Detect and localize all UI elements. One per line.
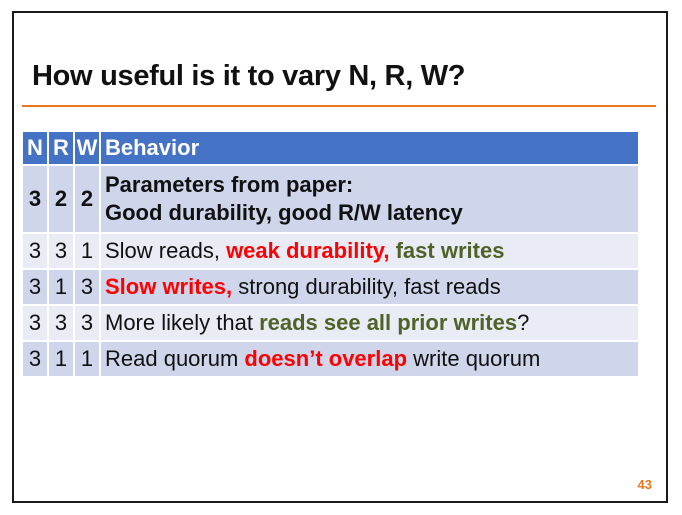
page-number: 43 — [637, 477, 652, 492]
cell-w: 1 — [75, 342, 99, 376]
cell-behavior: Read quorum doesn’t overlap write quorum — [101, 342, 638, 376]
cell-n: 3 — [23, 166, 47, 232]
behavior-highlight-green: reads see all prior writes — [259, 310, 518, 335]
nrw-table: N R W Behavior 3 2 2 Parameters from pap… — [21, 130, 640, 378]
slide-title: How useful is it to vary N, R, W? — [32, 60, 466, 92]
table-header-row: N R W Behavior — [23, 132, 638, 164]
cell-n: 3 — [23, 342, 47, 376]
cell-r: 1 — [49, 342, 73, 376]
header-w: W — [75, 132, 99, 164]
title-underline — [22, 105, 656, 107]
slide: How useful is it to vary N, R, W? N R W … — [12, 11, 668, 503]
behavior-text: strong durability, fast reads — [232, 274, 501, 299]
behavior-highlight-red: doesn’t overlap — [244, 346, 408, 371]
cell-behavior: More likely that reads see all prior wri… — [101, 306, 638, 340]
table-row: 3 1 1 Read quorum doesn’t overlap write … — [23, 342, 638, 376]
behavior-text: Slow reads, — [105, 238, 227, 263]
behavior-line-2: Good durability, good R/W latency — [105, 200, 463, 225]
cell-n: 3 — [23, 270, 47, 304]
cell-r: 3 — [49, 234, 73, 268]
header-n: N — [23, 132, 47, 164]
table-row: 3 1 3 Slow writes, strong durability, fa… — [23, 270, 638, 304]
header-r: R — [49, 132, 73, 164]
cell-n: 3 — [23, 234, 47, 268]
header-behavior: Behavior — [101, 132, 638, 164]
cell-w: 3 — [75, 306, 99, 340]
cell-w: 1 — [75, 234, 99, 268]
cell-w: 2 — [75, 166, 99, 232]
cell-n: 3 — [23, 306, 47, 340]
cell-behavior: Parameters from paper: Good durability, g… — [101, 166, 638, 232]
cell-w: 3 — [75, 270, 99, 304]
behavior-text: write quorum — [407, 346, 541, 371]
behavior-text: Read quorum — [105, 346, 245, 371]
cell-r: 2 — [49, 166, 73, 232]
behavior-text: More likely that — [105, 310, 260, 335]
behavior-highlight-red: weak durability, — [226, 238, 390, 263]
cell-r: 3 — [49, 306, 73, 340]
table-row: 3 3 1 Slow reads, weak durability, fast … — [23, 234, 638, 268]
behavior-line-1: Parameters from paper: — [105, 172, 354, 197]
table-row: 3 2 2 Parameters from paper: Good durabil… — [23, 166, 638, 232]
cell-r: 1 — [49, 270, 73, 304]
behavior-highlight-red: Slow writes, — [105, 274, 233, 299]
table-row: 3 3 3 More likely that reads see all pri… — [23, 306, 638, 340]
cell-behavior: Slow reads, weak durability, fast writes — [101, 234, 638, 268]
cell-behavior: Slow writes, strong durability, fast rea… — [101, 270, 638, 304]
behavior-highlight-green: fast writes — [395, 238, 505, 263]
behavior-text: ? — [517, 310, 530, 335]
